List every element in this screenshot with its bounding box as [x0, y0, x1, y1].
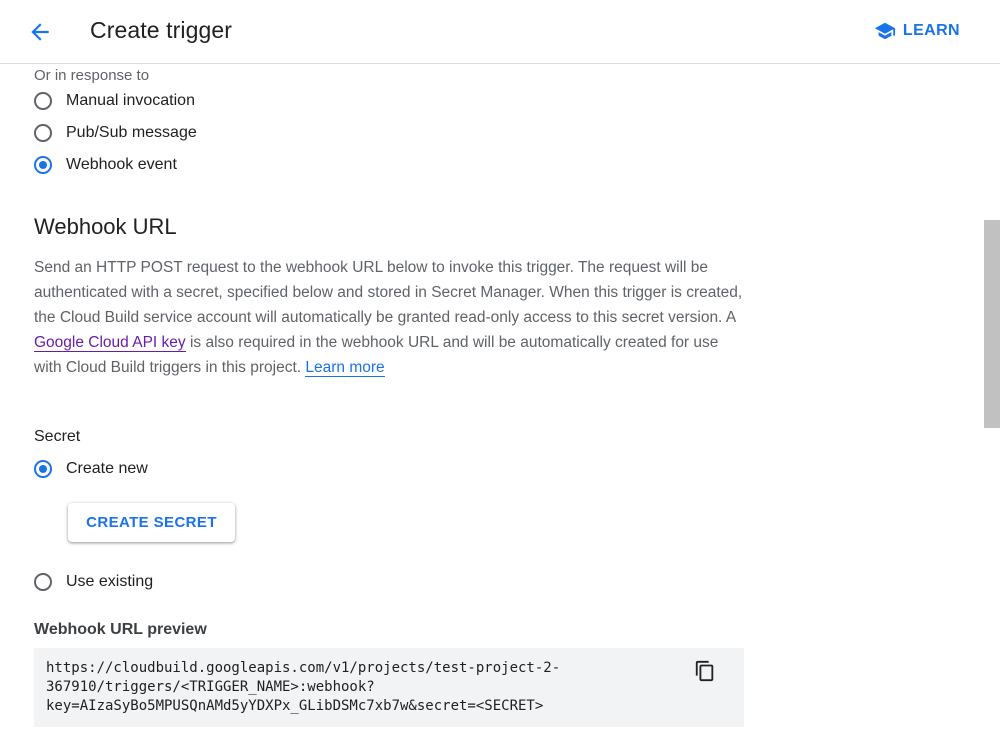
api-key-link[interactable]: Google Cloud API key — [34, 334, 186, 352]
radio-label: Manual invocation — [66, 92, 195, 109]
page-title: Create trigger — [90, 17, 233, 43]
copy-icon — [695, 660, 714, 682]
webhook-description: Send an HTTP POST request to the webhook… — [34, 255, 744, 380]
copy-button[interactable] — [694, 660, 716, 682]
webhook-url-preview-text: https://cloudbuild.googleapis.com/v1/pro… — [46, 660, 561, 714]
back-button[interactable] — [20, 15, 60, 49]
learn-label: LEARN — [902, 22, 960, 39]
radio-label: Create new — [66, 460, 148, 477]
radio-label: Use existing — [66, 573, 154, 590]
school-icon — [874, 22, 895, 40]
create-secret-button[interactable]: CREATE SECRET — [68, 503, 235, 542]
webhook-url-heading: Webhook URL — [34, 214, 177, 239]
learn-button[interactable]: LEARN — [874, 20, 960, 42]
radio-button-checked[interactable] — [34, 156, 52, 174]
radio-button[interactable] — [34, 573, 52, 591]
radio-manual-invocation[interactable]: Manual invocation — [34, 92, 195, 110]
radio-button-checked[interactable] — [34, 460, 52, 478]
learn-more-link[interactable]: Learn more — [305, 359, 385, 377]
radio-label: Pub/Sub message — [66, 124, 197, 141]
webhook-url-preview-label: Webhook URL preview — [34, 621, 207, 638]
response-label: Or in response to — [34, 67, 150, 84]
radio-pubsub-message[interactable]: Pub/Sub message — [34, 124, 197, 142]
create-trigger-page: Create trigger LEARN Or in response to M… — [0, 0, 1000, 750]
webhook-url-preview-box: https://cloudbuild.googleapis.com/v1/pro… — [34, 648, 744, 727]
radio-label: Webhook event — [66, 156, 177, 173]
arrow-back-icon — [31, 23, 49, 41]
secret-label: Secret — [34, 428, 81, 445]
radio-webhook-event[interactable]: Webhook event — [34, 156, 177, 174]
description-text: Send an HTTP POST request to the webhook… — [34, 259, 743, 326]
scrollbar-thumb[interactable] — [984, 220, 1000, 428]
radio-button[interactable] — [34, 124, 52, 142]
radio-button[interactable] — [34, 92, 52, 110]
header-bar: Create trigger LEARN — [0, 0, 1000, 64]
radio-create-new[interactable]: Create new — [34, 460, 148, 478]
radio-use-existing[interactable]: Use existing — [34, 573, 153, 591]
